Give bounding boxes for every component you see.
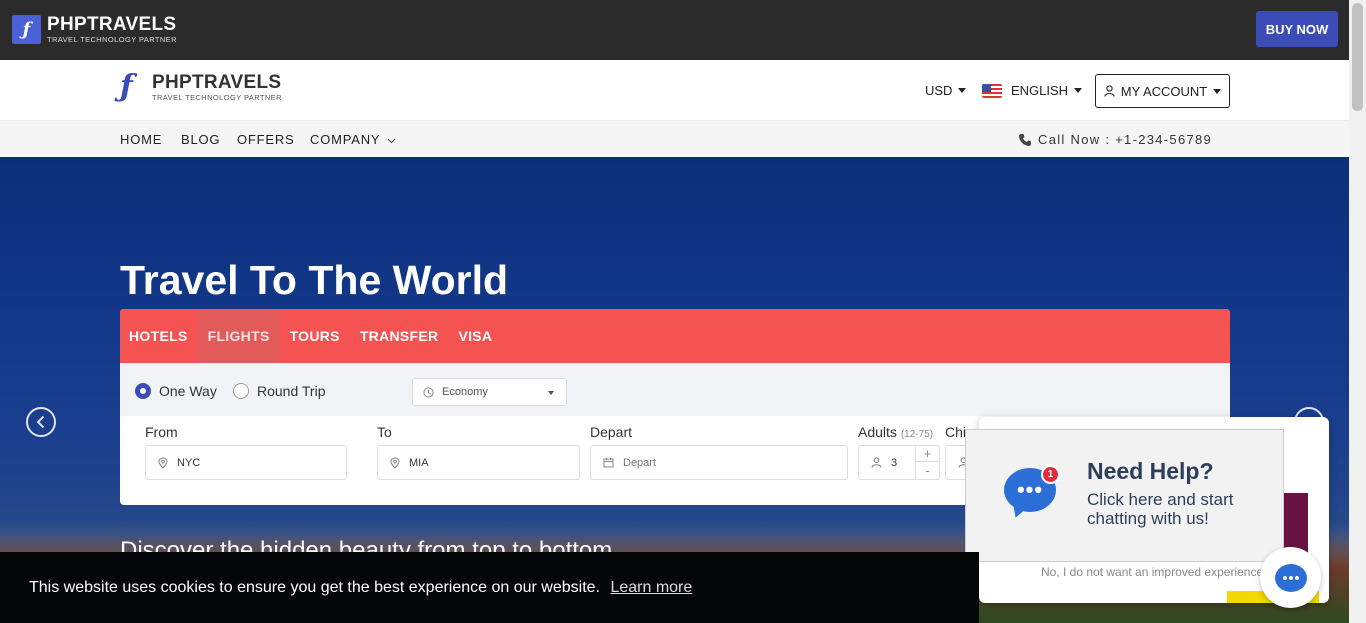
chat-decline-link[interactable]: No, I do not want an improved experience (1041, 565, 1263, 579)
tab-transfer[interactable]: TRANSFER (350, 309, 449, 363)
us-flag-icon (982, 83, 1002, 98)
radio-selected-icon (135, 383, 151, 399)
nav-item-offers[interactable]: OFFERS (237, 132, 295, 147)
to-input[interactable]: MIA (377, 445, 580, 480)
logo-name: PHPTRAVELS (152, 71, 282, 93)
cookie-text: This website uses cookies to ensure you … (29, 579, 600, 596)
nav-item-home[interactable]: HOME (120, 132, 162, 147)
tab-hotels[interactable]: HOTELS (120, 309, 198, 363)
language-dropdown[interactable]: ENGLISH (982, 83, 1083, 98)
round-trip-label: Round Trip (257, 383, 326, 399)
chat-message: Click here and start chatting with us! (1087, 490, 1234, 528)
adults-stepper[interactable]: 3 + - (858, 445, 940, 480)
depart-date-input[interactable]: Depart (590, 445, 848, 480)
location-pin-icon (390, 456, 400, 469)
location-pin-icon (158, 456, 168, 469)
top-logo[interactable]: ƒ PHPTRAVELS TRAVEL TECHNOLOGY PARTNER (12, 15, 177, 44)
user-icon (1104, 85, 1115, 97)
logo-tagline: TRAVEL TECHNOLOGY PARTNER (152, 92, 282, 102)
adults-stepper-buttons: + - (915, 446, 939, 479)
cabin-class-select[interactable]: Economy (412, 378, 567, 406)
slider-prev-button[interactable] (26, 407, 56, 437)
one-way-label: One Way (159, 383, 217, 399)
search-tabs: HOTELS FLIGHTS TOURS TRANSFER VISA (120, 309, 1230, 363)
notification-badge: 1 (1041, 465, 1060, 484)
site-header: ƒ PHPTRAVELS TRAVEL TECHNOLOGY PARTNER U… (0, 60, 1349, 121)
user-icon (871, 457, 882, 468)
adults-label: Adults (12-75) (858, 424, 933, 440)
currency-label: USD (925, 83, 953, 98)
one-way-radio[interactable]: One Way (135, 383, 217, 399)
cookie-banner: This website uses cookies to ensure you … (0, 552, 979, 623)
currency-dropdown[interactable]: USD (925, 83, 967, 98)
chat-icon (1274, 563, 1307, 592)
site-logo[interactable]: ƒ PHPTRAVELS TRAVEL TECHNOLOGY PARTNER (120, 71, 282, 103)
chevron-down-icon (387, 138, 395, 144)
caret-down-icon (958, 88, 967, 93)
hero-title: Travel To The World (120, 257, 509, 303)
dots-icon (1282, 575, 1299, 580)
buy-now-button[interactable]: BUY NOW (1256, 11, 1338, 47)
to-value: MIA (409, 456, 429, 469)
tab-tours[interactable]: TOURS (280, 309, 350, 363)
top-bar: ƒ PHPTRAVELS TRAVEL TECHNOLOGY PARTNER B… (0, 0, 1349, 60)
cabin-class-value: Economy (442, 386, 488, 398)
from-input[interactable]: NYC (145, 445, 347, 480)
trip-options: One Way Round Trip Economy (120, 363, 1230, 416)
chat-invite-panel[interactable]: ••• 1 Need Help? Click here and start ch… (965, 429, 1284, 562)
logo-icon: ƒ (120, 69, 133, 104)
logo-tagline: TRAVEL TECHNOLOGY PARTNER (47, 35, 177, 45)
caret-down-icon (548, 391, 554, 395)
main-nav: HOME BLOG OFFERS COMPANY Call Now : +1-2… (0, 121, 1349, 157)
tab-flights[interactable]: FLIGHTS (197, 309, 280, 363)
from-value: NYC (177, 456, 201, 469)
tab-visa[interactable]: VISA (448, 309, 502, 363)
clock-icon (423, 386, 434, 398)
phone-icon (1019, 133, 1031, 146)
page-scrollbar[interactable] (1349, 0, 1366, 623)
adults-decrement-button[interactable]: - (916, 462, 939, 478)
call-now[interactable]: Call Now : +1-234-56789 (1018, 132, 1212, 147)
from-label: From (145, 424, 178, 440)
caret-down-icon (1213, 88, 1222, 94)
language-label: ENGLISH (1011, 83, 1069, 98)
chevron-left-icon (36, 415, 45, 429)
radio-unselected-icon (233, 383, 249, 399)
nav-item-blog[interactable]: BLOG (181, 132, 220, 147)
caret-down-icon (1074, 88, 1083, 93)
my-account-label: MY ACCOUNT (1120, 83, 1208, 99)
depart-label: Depart (590, 424, 633, 440)
adults-value: 3 (891, 456, 898, 469)
cookie-message: This website uses cookies to ensure you … (29, 579, 692, 597)
depart-placeholder: Depart (623, 456, 657, 469)
round-trip-radio[interactable]: Round Trip (233, 383, 325, 399)
logo-icon: ƒ (12, 15, 41, 44)
chat-title: Need Help? (1087, 458, 1214, 484)
chat-launcher-button[interactable] (1260, 547, 1321, 608)
nav-item-company-label: COMPANY (310, 132, 381, 147)
children-label: Chi (945, 424, 967, 440)
adults-range: (12-75) (900, 429, 934, 440)
scrollbar-thumb[interactable] (1352, 3, 1363, 111)
logo-name: PHPTRAVELS (47, 14, 177, 36)
adults-label-text: Adults (858, 424, 897, 440)
nav-item-company[interactable]: COMPANY (310, 132, 396, 147)
learn-more-link[interactable]: Learn more (610, 579, 692, 596)
to-label: To (377, 424, 392, 440)
my-account-button[interactable]: MY ACCOUNT (1095, 74, 1230, 108)
call-now-text: Call Now : +1-234-56789 (1038, 132, 1213, 147)
adults-increment-button[interactable]: + (916, 446, 939, 462)
calendar-icon (603, 458, 614, 468)
chat-bubble-icon: ••• 1 (1004, 465, 1060, 521)
